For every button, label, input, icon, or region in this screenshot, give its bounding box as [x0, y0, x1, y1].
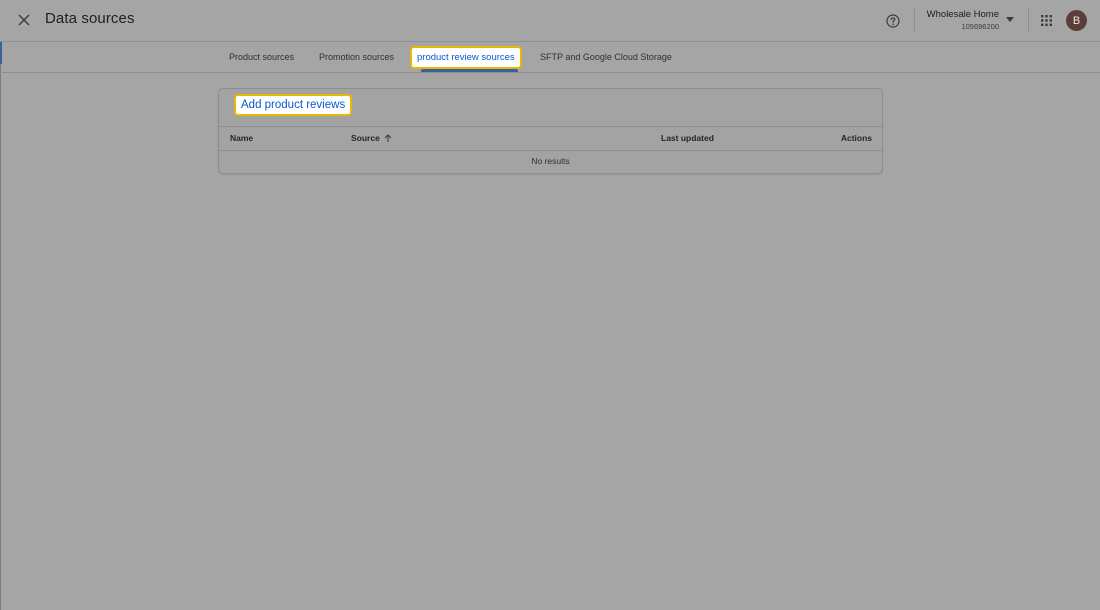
column-header-last-updated[interactable]: Last updated	[661, 133, 714, 143]
add-product-reviews-button[interactable]: Add product reviews	[234, 94, 353, 116]
close-icon	[18, 14, 30, 26]
close-button[interactable]	[14, 10, 34, 30]
account-id: 105696200	[961, 22, 999, 31]
column-header-source-label: Source	[351, 133, 380, 143]
tab-promotion-sources[interactable]: Promotion sources	[319, 52, 394, 62]
column-header-actions: Actions	[840, 133, 872, 143]
tab-product-review-sources[interactable]: product review sources	[410, 46, 522, 69]
apps-button[interactable]	[1038, 12, 1054, 28]
column-header-name[interactable]: Name	[230, 133, 253, 143]
account-name: Wholesale Home	[926, 9, 999, 20]
review-sources-card: Add product reviews Name Source Last upd…	[218, 88, 883, 174]
apps-grid-icon	[1040, 14, 1052, 26]
arrow-up-icon	[384, 134, 392, 143]
column-header-source[interactable]: Source	[351, 133, 392, 143]
account-switcher[interactable]: Wholesale Home 105696200	[918, 9, 1018, 33]
tab-sftp-google-cloud-storage[interactable]: SFTP and Google Cloud Storage	[540, 52, 672, 62]
header-divider	[1028, 8, 1029, 32]
tab-bar: Product sources Promotion sources produc…	[0, 42, 1100, 73]
page-title: Data sources	[45, 10, 135, 27]
help-circle-icon	[886, 14, 900, 28]
tab-product-sources[interactable]: Product sources	[229, 52, 294, 62]
avatar[interactable]: B	[1066, 10, 1087, 31]
empty-state-message: No results	[531, 156, 570, 166]
top-app-bar: Data sources Wholesale Home 105696200 B	[0, 0, 1100, 42]
header-divider	[914, 8, 915, 32]
caret-down-icon	[1006, 17, 1014, 22]
help-button[interactable]	[883, 11, 903, 31]
left-edge-line	[0, 42, 1, 610]
active-tab-indicator	[421, 69, 518, 72]
table-header-row: Name Source Last updated Actions	[219, 126, 882, 151]
